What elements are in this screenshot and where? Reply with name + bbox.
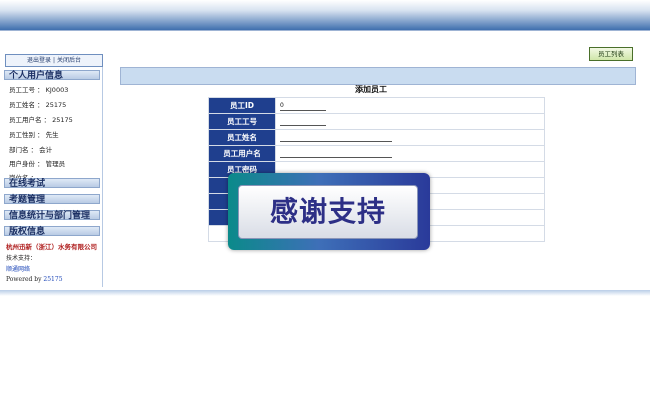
- menu-online-exam[interactable]: 在线考试: [4, 178, 100, 189]
- top-banner: [0, 0, 650, 30]
- employee-name-input[interactable]: [280, 132, 392, 142]
- menu-copyright[interactable]: 版权信息: [4, 226, 100, 237]
- separator: |: [52, 57, 56, 64]
- tech-support-link[interactable]: 顺通网络: [6, 264, 30, 273]
- info-department: 部门名 ： 会计: [9, 146, 53, 154]
- personal-info-heading[interactable]: 个人用户信息: [4, 70, 100, 81]
- logout-link[interactable]: 退出登录: [27, 57, 51, 64]
- info-role: 用户身份 ： 管理员: [9, 160, 66, 168]
- sidebar: 退出登录 | 关闭后台 个人用户信息 员工工号 ： KJ0003 员工姓名 ： …: [2, 54, 103, 287]
- menu-statistics-department[interactable]: 信息统计与部门管理: [4, 210, 100, 221]
- employee-list-button[interactable]: 员工列表: [589, 47, 633, 61]
- info-gender: 员工性别 ： 先生: [9, 131, 59, 139]
- menu-question-management[interactable]: 考题管理: [4, 194, 100, 205]
- password-input[interactable]: [280, 164, 392, 174]
- form-row: 员工姓名: [208, 129, 545, 146]
- sidebar-actions: 退出登录 | 关闭后台: [5, 54, 103, 67]
- section-title-bar: [120, 67, 636, 85]
- field-label: 员工工号: [208, 113, 276, 130]
- form-title: 添加员工: [355, 85, 387, 94]
- bottom-banner: [0, 290, 650, 296]
- field-label: 员工用户名: [208, 145, 276, 162]
- company-name: 杭州迅新（浙江）水务有限公司: [6, 243, 97, 251]
- form-row: 员工ID 0: [208, 97, 545, 114]
- info-username: 员工用户名 ： 25175: [9, 116, 73, 124]
- field-label: 员工姓名: [208, 129, 276, 146]
- thanks-overlay-panel: 感谢支持: [238, 185, 418, 239]
- username-input[interactable]: [280, 148, 392, 158]
- form-row: 员工用户名: [208, 145, 545, 162]
- close-admin-link[interactable]: 关闭后台: [57, 57, 81, 64]
- thanks-overlay: 感谢支持: [228, 173, 430, 250]
- field-label: 员工ID: [208, 97, 276, 114]
- employee-id-input[interactable]: 0: [280, 101, 326, 111]
- thanks-overlay-text: 感谢支持: [269, 195, 386, 228]
- powered-by: Powered by 25175: [6, 276, 63, 283]
- info-employee-name: 员工姓名 ： 25175: [9, 101, 67, 109]
- info-employee-no: 员工工号 ： KJ0003: [9, 86, 69, 94]
- powered-prefix: Powered by: [6, 276, 42, 283]
- tech-support-label: 技术支持：: [6, 255, 37, 262]
- form-row: 员工工号: [208, 113, 545, 130]
- employee-no-input[interactable]: [280, 116, 326, 126]
- powered-name[interactable]: 25175: [43, 276, 62, 283]
